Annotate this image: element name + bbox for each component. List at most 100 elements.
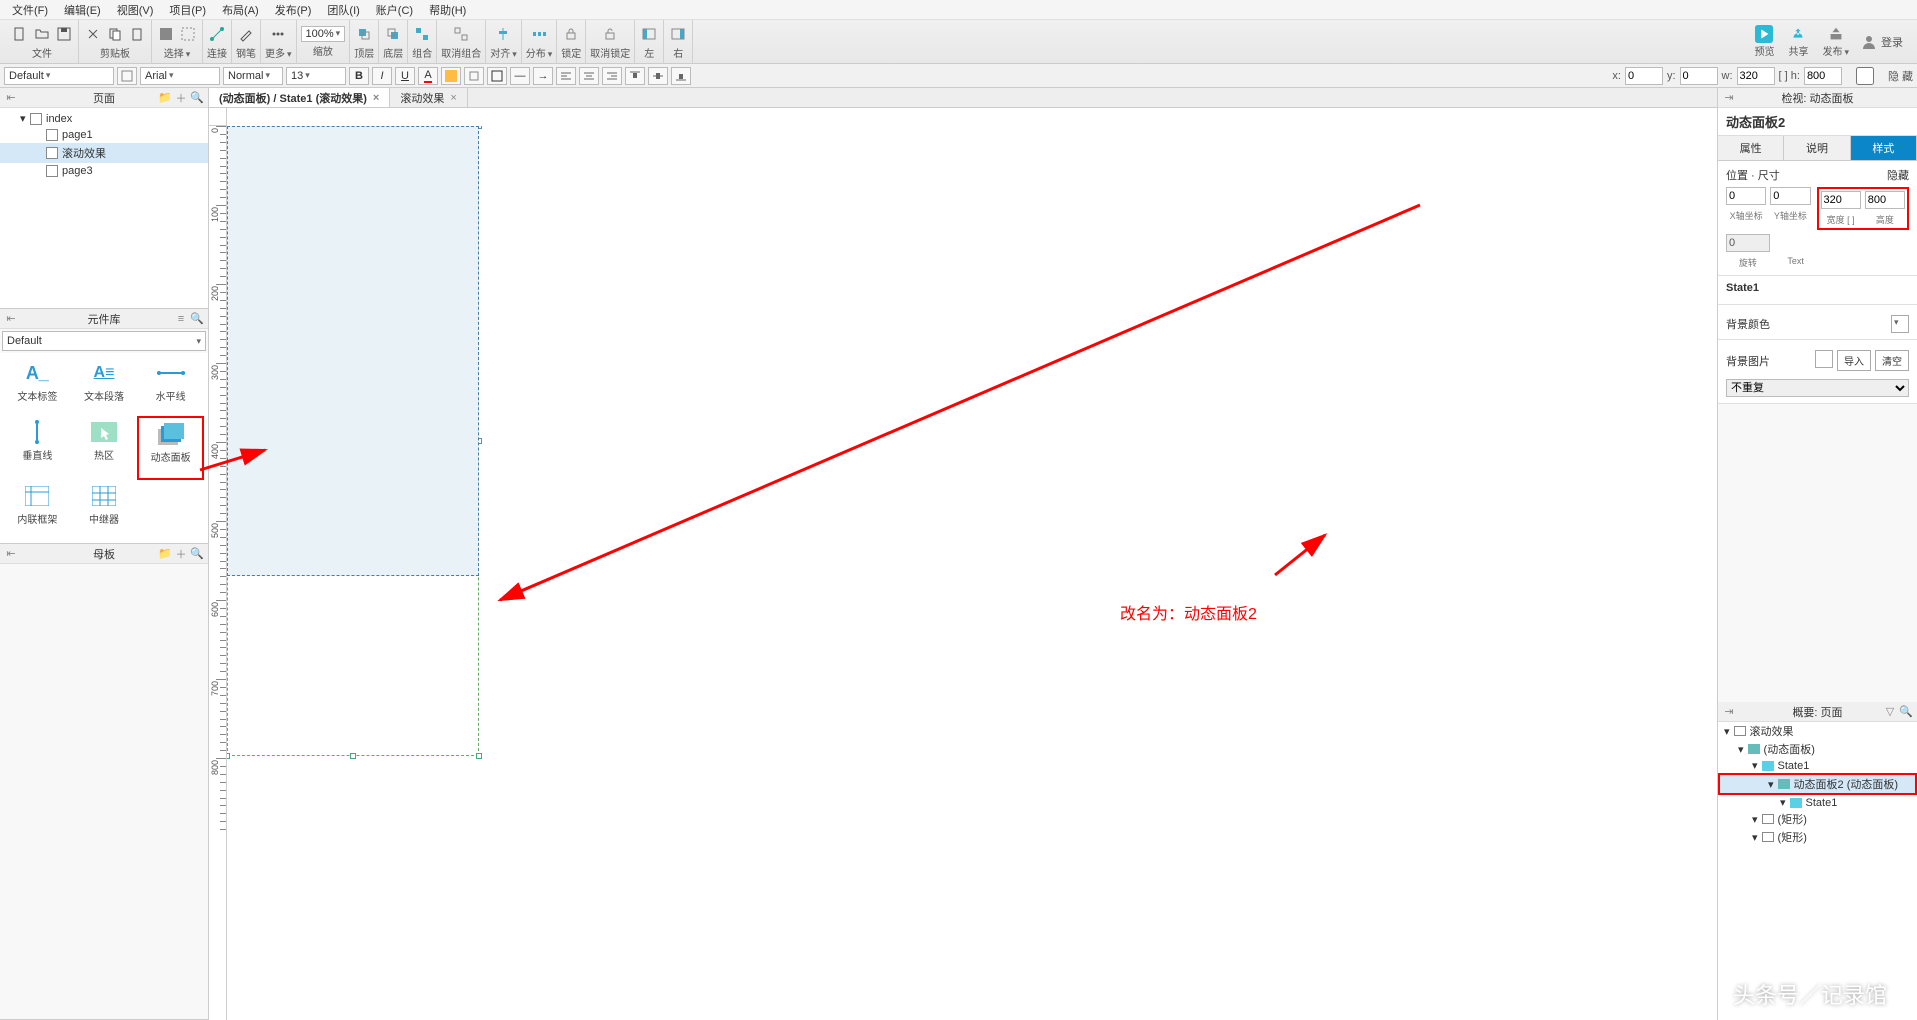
new-file-button[interactable] (10, 24, 30, 44)
pen-button[interactable] (236, 24, 256, 44)
widget-hline[interactable]: 水平线 (137, 357, 204, 416)
menu-project[interactable]: 项目(P) (161, 0, 214, 19)
add-master-folder-icon[interactable]: 📁 (158, 547, 172, 561)
widget-repeater[interactable]: 中继器 (71, 480, 138, 539)
bring-front-button[interactable] (354, 24, 374, 44)
login-button[interactable]: 登录 (1861, 34, 1903, 50)
align-button[interactable] (493, 24, 513, 44)
outline-collapse-icon[interactable]: ⇥ (1722, 705, 1736, 719)
insp-w-input[interactable] (1821, 191, 1861, 209)
outline-node[interactable]: ▾(动态面板) (1718, 740, 1917, 758)
selected-element-name[interactable]: 动态面板2 (1718, 108, 1917, 136)
hidden-checkbox[interactable] (1846, 67, 1884, 85)
inspector-tab-style[interactable]: 样式 (1851, 136, 1917, 160)
unlock-button[interactable] (600, 24, 620, 44)
bgimg-clear-button[interactable]: 清空 (1875, 350, 1909, 371)
canvas-tab[interactable]: 滚动效果× (390, 88, 467, 107)
menu-file[interactable]: 文件(F) (4, 0, 56, 19)
distribute-label[interactable]: 分布 (526, 45, 553, 60)
select-contain-button[interactable] (178, 24, 198, 44)
library-select[interactable]: Default (2, 331, 206, 351)
widget-vline[interactable]: 垂直线 (4, 416, 71, 479)
border-button[interactable] (487, 67, 507, 85)
bgcolor-swatch[interactable] (1891, 315, 1909, 333)
lib-collapse-icon[interactable]: ⇤ (4, 312, 18, 326)
y-input[interactable] (1680, 67, 1718, 85)
w-input[interactable] (1737, 67, 1775, 85)
menu-help[interactable]: 帮助(H) (421, 0, 474, 19)
page-node[interactable]: page3 (0, 163, 208, 179)
bold-button[interactable]: B (349, 67, 369, 85)
paste-button[interactable] (127, 24, 147, 44)
widget-text-label[interactable]: A_文本标签 (4, 357, 71, 416)
dock-left-button[interactable] (639, 24, 659, 44)
line-style-button[interactable]: — (510, 67, 530, 85)
add-folder-icon[interactable]: 📁 (158, 91, 172, 105)
align-label[interactable]: 对齐 (490, 45, 517, 60)
dock-right-button[interactable] (668, 24, 688, 44)
widget-iframe[interactable]: 内联框架 (4, 480, 71, 539)
outline-node[interactable]: ▾动态面板2 (动态面板) (1718, 773, 1917, 795)
send-back-button[interactable] (383, 24, 403, 44)
insp-x-input[interactable] (1726, 187, 1766, 205)
widget-text-paragraph[interactable]: A≡文本段落 (71, 357, 138, 416)
outline-tree[interactable]: ▾滚动效果▾(动态面板)▾State1▾动态面板2 (动态面板)▾State1▾… (1718, 722, 1917, 1020)
outer-shadow-button[interactable] (464, 67, 484, 85)
insp-h-input[interactable] (1865, 191, 1905, 209)
distribute-button[interactable] (529, 24, 549, 44)
zoom-select[interactable]: 100% (301, 26, 346, 42)
masters-collapse-icon[interactable]: ⇤ (4, 547, 18, 561)
master-search-icon[interactable]: 🔍 (190, 547, 204, 561)
insp-y-input[interactable] (1770, 187, 1810, 205)
group-button[interactable] (412, 24, 432, 44)
outline-node[interactable]: ▾(矩形) (1718, 810, 1917, 828)
outline-node[interactable]: ▾State1 (1718, 758, 1917, 773)
valign-top-button[interactable] (625, 67, 645, 85)
canvas-stage[interactable] (227, 126, 1717, 1020)
publish-button[interactable]: 发布 (1822, 25, 1849, 58)
widget-hotspot[interactable]: 热区 (71, 416, 138, 479)
lib-search-icon[interactable]: 🔍 (190, 312, 204, 326)
outline-node[interactable]: ▾State1 (1718, 795, 1917, 810)
pages-tree[interactable]: ▾indexpage1滚动效果page3 (0, 108, 208, 308)
arrow-style-button[interactable]: → (533, 67, 553, 85)
dynamic-panel-shape[interactable] (227, 126, 479, 576)
font-weight-select[interactable]: Normal (223, 67, 283, 85)
style-add-button[interactable] (117, 67, 137, 85)
select-mode-button[interactable] (156, 24, 176, 44)
copy-button[interactable] (105, 24, 125, 44)
add-master-icon[interactable]: ＋ (174, 547, 188, 561)
style-preset-select[interactable]: Default (4, 67, 114, 85)
ungroup-button[interactable] (451, 24, 471, 44)
h-input[interactable] (1804, 67, 1842, 85)
menu-layout[interactable]: 布局(A) (214, 0, 267, 19)
page-node[interactable]: page1 (0, 127, 208, 143)
align-left-button[interactable] (556, 67, 576, 85)
search-pages-icon[interactable]: 🔍 (190, 91, 204, 105)
add-page-icon[interactable]: ＋ (174, 91, 188, 105)
cut-button[interactable] (83, 24, 103, 44)
x-input[interactable] (1625, 67, 1663, 85)
bgimg-import-button[interactable]: 导入 (1837, 350, 1871, 371)
lock-button[interactable] (561, 24, 581, 44)
widget-dynamic-panel[interactable]: 动态面板 (137, 416, 204, 479)
ruler-vertical[interactable]: 0100200300400500600700800 (209, 126, 227, 1020)
menu-edit[interactable]: 编辑(E) (56, 0, 109, 19)
inspector-collapse-icon[interactable]: ⇥ (1722, 91, 1736, 105)
selectmode-label[interactable]: 选择 (164, 45, 191, 60)
align-center-button[interactable] (579, 67, 599, 85)
menu-publish[interactable]: 发布(P) (267, 0, 320, 19)
save-file-button[interactable] (54, 24, 74, 44)
share-button[interactable]: 共享 (1788, 25, 1808, 58)
outline-node[interactable]: ▾(矩形) (1718, 828, 1917, 846)
close-icon[interactable]: × (373, 92, 379, 104)
valign-bot-button[interactable] (671, 67, 691, 85)
pages-collapse-icon[interactable]: ⇤ (4, 91, 18, 105)
preview-button[interactable]: 预览 (1754, 25, 1774, 58)
page-node[interactable]: ▾index (0, 110, 208, 127)
inspector-tab-notes[interactable]: 说明 (1784, 136, 1850, 160)
page-node[interactable]: 滚动效果 (0, 143, 208, 163)
menu-view[interactable]: 视图(V) (109, 0, 162, 19)
outline-search-icon[interactable]: 🔍 (1899, 705, 1913, 719)
fill-color-button[interactable] (441, 67, 461, 85)
